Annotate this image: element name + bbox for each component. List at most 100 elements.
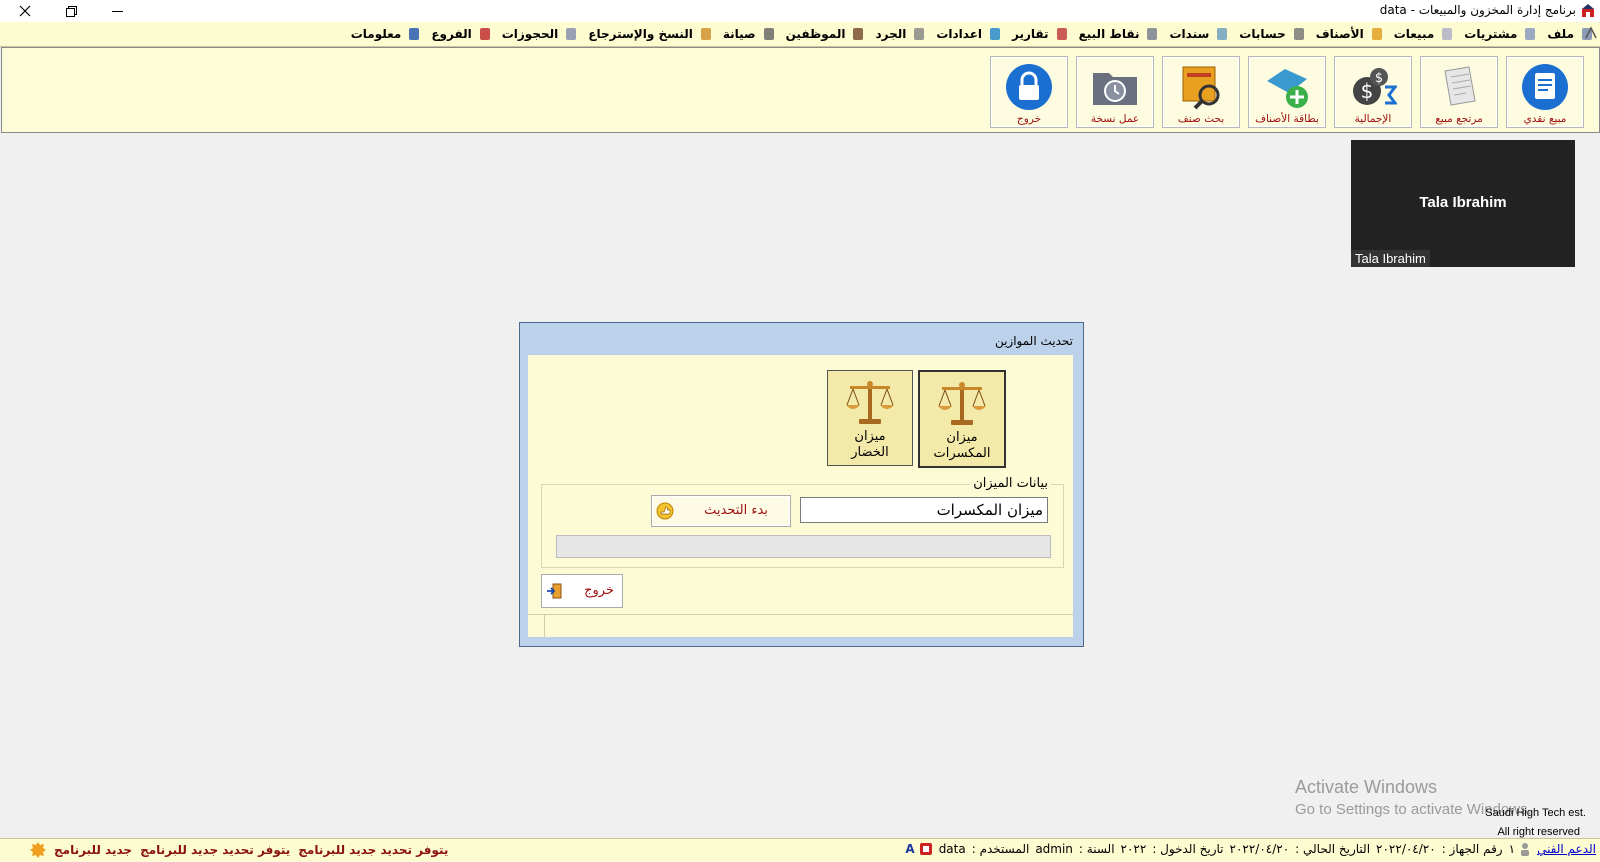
menu-label: اعدادات	[936, 27, 983, 41]
menu-label: صيانة	[722, 27, 756, 41]
toolbar-button-label: بطاقة الأصناف	[1255, 113, 1319, 125]
menu-vouchers[interactable]: سندات	[1169, 27, 1229, 41]
cash-sale-button[interactable]: مبيع نقدي	[1506, 56, 1584, 128]
backup-restore-icon	[699, 27, 713, 41]
toolbar-button-label: الإجمالية	[1354, 113, 1392, 125]
status-bar: A data المستخدم : admin السنة : ٢٠٢٢ تار…	[0, 838, 1600, 862]
menu-branches[interactable]: الفروع	[431, 27, 491, 41]
vouchers-icon	[1215, 27, 1229, 41]
backup-button[interactable]: عمل نسخة	[1076, 56, 1154, 128]
purchases-icon	[1523, 27, 1537, 41]
update-scales-dialog: تحديث الموازين ميزان المكسرات ميزان الخض…	[519, 322, 1084, 647]
db-name: data	[938, 842, 966, 856]
user-value: admin	[1035, 842, 1073, 856]
menu-label: الجرد	[875, 27, 907, 41]
menu-label: الفروع	[431, 27, 472, 41]
menu-employees[interactable]: الموظفين	[786, 27, 866, 41]
dialog-status-strip	[528, 614, 1073, 637]
toolbar-button-label: بحث صنف	[1177, 113, 1225, 125]
start-update-button[interactable]: بدء التحديث	[651, 495, 791, 527]
login-date-label: تاريخ الدخول :	[1152, 842, 1224, 856]
update-progress-bar	[556, 535, 1051, 558]
menu-accounts[interactable]: حسابات	[1239, 27, 1305, 41]
dialog-exit-label: خروج	[584, 583, 614, 598]
device-label: رقم الجهاز :	[1441, 842, 1503, 856]
menu-reservations[interactable]: الحجوزات	[502, 27, 579, 41]
restore-icon[interactable]	[48, 0, 94, 22]
support-icon	[1521, 843, 1530, 856]
group-title: بيانات الميزان	[970, 476, 1051, 491]
font-size-icon: A	[905, 842, 915, 856]
menu-sales[interactable]: مبيعات	[1394, 27, 1455, 41]
menu-label: حسابات	[1239, 27, 1286, 41]
balance-scale-icon	[846, 381, 894, 424]
toolbar-button-label: مبيع نقدي	[1523, 113, 1567, 125]
current-date-label: التاريخ الحالي :	[1295, 842, 1371, 856]
scale-data-group: بيانات الميزان ميزان المكسرات بدء التحدي…	[541, 476, 1064, 568]
item-search-button[interactable]: بحث صنف	[1162, 56, 1240, 128]
menu-reports[interactable]: تقارير	[1012, 27, 1069, 41]
employees-icon	[851, 27, 865, 41]
news-item: جديد للبرنامج	[54, 843, 133, 857]
technical-support-link[interactable]: الدعم الفني	[1537, 842, 1596, 856]
nuts-scale-button[interactable]: ميزان المكسرات	[918, 370, 1006, 468]
menu-expand-icon[interactable]	[1584, 26, 1598, 40]
window-title: برنامج إدارة المخزون والمبيعات - data	[1379, 3, 1576, 17]
menu-bar: ملف مشتريات مبيعات الأصناف حسابات سندات نقاط ا…	[0, 22, 1600, 47]
inventory-icon	[912, 27, 926, 41]
dialog-exit-button[interactable]: خروج	[541, 574, 623, 608]
reservations-icon	[564, 27, 578, 41]
menu-inventory[interactable]: الجرد	[875, 27, 926, 41]
start-update-label: بدء التحديث	[704, 503, 768, 518]
menu-label: الحجوزات	[501, 27, 559, 41]
news-item: يتوفر تحديد جديد للبرنامج	[140, 843, 291, 857]
menu-label: النسخ والإسترجاع	[588, 27, 693, 41]
menu-settings[interactable]: اعدادات	[936, 27, 1002, 41]
menu-info[interactable]: معلومات	[351, 27, 422, 41]
balance-scale-icon	[938, 382, 986, 425]
totals-button[interactable]: $ $ الإجمالية	[1334, 56, 1412, 128]
sales-return-button[interactable]: مرتجع مبيع	[1420, 56, 1498, 128]
toolbar-button-label: عمل نسخة	[1090, 113, 1140, 125]
year-label: السنة :	[1078, 842, 1115, 856]
scale-button-label: ميزان المكسرات	[933, 430, 991, 461]
menu-items[interactable]: الأصناف	[1316, 27, 1384, 41]
minimize-icon[interactable]	[94, 0, 140, 22]
accounts-icon	[1292, 27, 1306, 41]
year-value: ٢٠٢٢	[1120, 842, 1147, 856]
toolbar-button-label: مرتجع مبيع	[1435, 113, 1483, 125]
login-date-value: ٢٠٢٢/٠٤/٢٠	[1229, 842, 1290, 856]
toolbar: مبيع نقدي مرتجع مبيع $ $ الإجمالية بطاقة الأص…	[1, 47, 1600, 133]
exit-button[interactable]: خروج	[990, 56, 1068, 128]
menu-label: سندات	[1169, 27, 1210, 41]
svg-text:$: $	[1375, 71, 1383, 86]
menu-purchases[interactable]: مشتريات	[1464, 27, 1537, 41]
news-item: يتوفر تحديد جديد للبرنامج	[298, 843, 449, 857]
device-value: ١	[1508, 842, 1516, 856]
menu-backup-restore[interactable]: النسخ والإسترجاع	[588, 27, 713, 41]
svg-text:$: $	[1361, 79, 1374, 103]
settings-icon	[988, 27, 1002, 41]
vegetables-scale-button[interactable]: ميزان الخضار	[827, 370, 913, 466]
menu-label: ملف	[1547, 27, 1574, 41]
menu-label: الأصناف	[1315, 27, 1364, 41]
exit-door-icon	[547, 583, 562, 599]
menu-label: الموظفين	[785, 27, 846, 41]
session-info: A data المستخدم : admin السنة : ٢٠٢٢ تار…	[899, 842, 1596, 856]
item-card-button[interactable]: بطاقة الأصناف	[1248, 56, 1326, 128]
menu-label: مشتريات	[1464, 27, 1518, 41]
thumbs-up-icon	[656, 502, 674, 520]
menu-pos[interactable]: نقاط البيع	[1079, 27, 1160, 41]
scale-name-field[interactable]: ميزان المكسرات	[800, 497, 1048, 523]
close-icon[interactable]	[2, 0, 48, 22]
copyright-company: Saudi High Tech est.	[1485, 807, 1586, 819]
dialog-body: ميزان المكسرات ميزان الخضار بيانات الميزان…	[528, 355, 1073, 637]
app-icon	[1582, 4, 1594, 17]
reports-icon	[1055, 27, 1069, 41]
activation-watermark-title: Activate Windows	[1295, 777, 1438, 797]
copyright-rights: All right reserved	[1497, 826, 1580, 838]
video-participant-tile: Tala Ibrahim Tala Ibrahim	[1351, 140, 1575, 267]
menu-maintenance[interactable]: صيانة	[723, 27, 776, 41]
new-badge-icon	[30, 842, 46, 858]
dialog-title: تحديث الموازين	[994, 334, 1073, 348]
